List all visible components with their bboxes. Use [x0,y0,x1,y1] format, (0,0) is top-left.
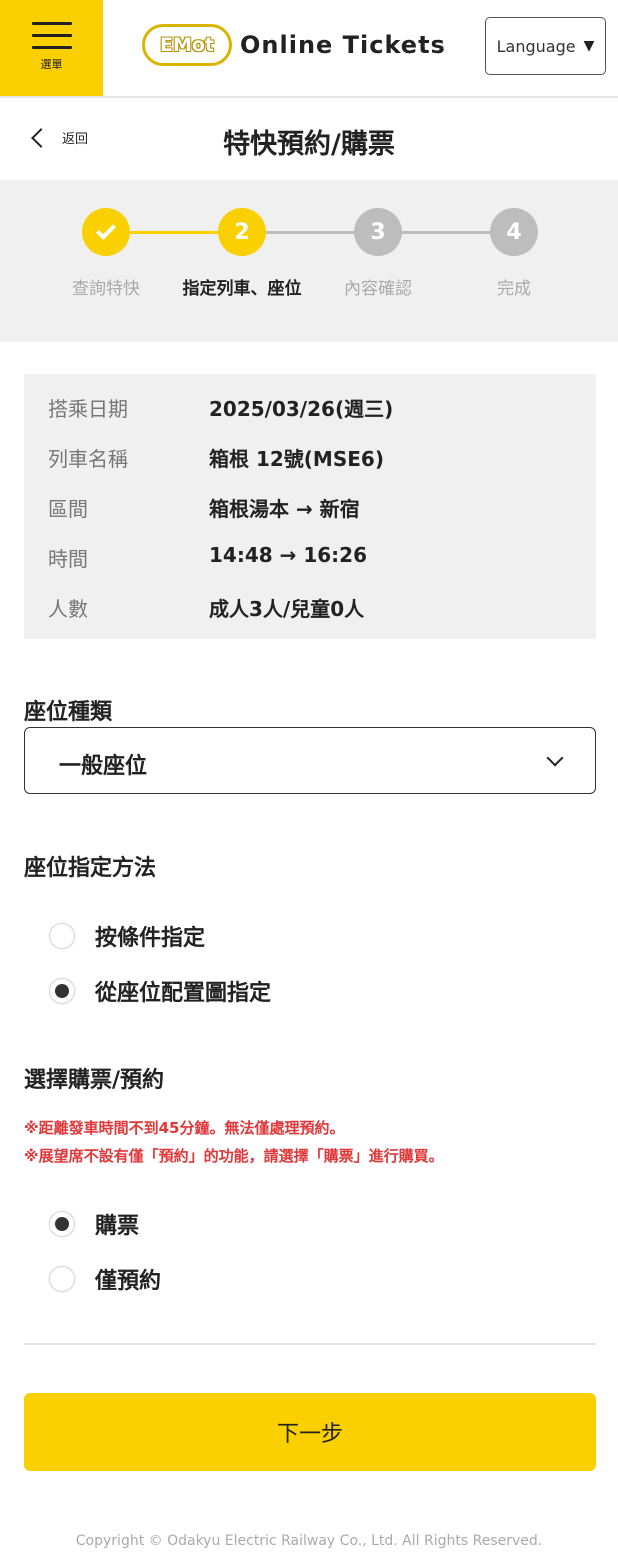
menu-button[interactable]: 選單 [0,0,103,96]
logo[interactable]: EMot Online Tickets [142,24,446,66]
info-row-passengers: 人數 成人3人/兒童0人 [24,593,596,643]
info-key: 區間 [48,497,88,521]
info-value: 成人3人/兒童0人 [209,597,365,621]
radio-button[interactable] [49,1266,75,1292]
info-key: 時間 [48,547,88,571]
seat-type-select[interactable]: 一般座位 [24,727,596,794]
info-row-train: 列車名稱 箱根 12號(MSE6) [24,443,596,493]
radio-option-seat-map[interactable]: 從座位配置圖指定 [49,975,271,1007]
radio-button[interactable] [49,978,75,1004]
logo-text: Online Tickets [240,31,446,59]
checkmark-icon [96,220,116,240]
info-row-time: 時間 14:48 → 16:26 [24,543,596,593]
info-value: 箱根 12號(MSE6) [209,447,384,471]
divider [24,1343,596,1345]
emot-logo-badge: EMot [142,24,232,66]
radio-selected-dot [55,984,69,998]
step-3-dot: 3 [354,208,402,256]
purchase-title: 選擇購票/預約 [24,1068,165,1093]
info-key: 搭乘日期 [48,397,128,421]
menu-label: 選單 [40,58,63,71]
info-row-date: 搭乘日期 2025/03/26(週三) [24,393,596,443]
radio-button[interactable] [49,1211,75,1237]
seat-method-title: 座位指定方法 [24,856,157,881]
hamburger-icon [31,22,72,58]
info-value: 2025/03/26(週三) [209,397,394,421]
info-key: 人數 [48,597,88,621]
copyright-footer: Copyright © Odakyu Electric Railway Co.,… [75,1533,543,1549]
seat-type-title: 座位種類 [24,700,113,725]
progress-stepper: 2 3 4 查詢特快 指定列車、座位 內容確認 完成 [0,180,618,342]
radio-option-conditions[interactable]: 按條件指定 [49,920,205,952]
title-bar: 返回 特快預約/購票 [0,100,618,180]
seat-type-value: 一般座位 [59,754,148,779]
info-row-section: 區間 箱根湯本 → 新宿 [24,493,596,543]
page-title: 特快預約/購票 [223,129,395,160]
step-2-dot: 2 [218,208,266,256]
step-4-dot: 4 [490,208,538,256]
chevron-down-icon [546,749,564,767]
radio-label: 按條件指定 [95,926,206,951]
radio-option-reserve-only[interactable]: 僅預約 [49,1263,161,1295]
radio-label: 從座位配置圖指定 [95,981,272,1006]
language-select[interactable]: Language ▼ [485,17,606,75]
next-button[interactable]: 下一步 [24,1393,596,1471]
radio-label: 購票 [95,1214,140,1239]
radio-selected-dot [55,1217,69,1231]
radio-option-purchase[interactable]: 購票 [49,1208,139,1240]
language-label: Language [496,36,576,56]
step-1-dot [82,208,130,256]
radio-label: 僅預約 [95,1269,162,1294]
info-value: 箱根湯本 → 新宿 [209,497,360,521]
info-value: 14:48 → 16:26 [209,543,368,567]
info-key: 列車名稱 [48,447,128,471]
app-header: 選單 EMot Online Tickets Language ▼ [0,0,618,98]
radio-button[interactable] [49,923,75,949]
caret-down-icon: ▼ [583,38,595,54]
step-4-label: 完成 [497,279,531,299]
trip-summary: 搭乘日期 2025/03/26(週三) 列車名稱 箱根 12號(MSE6) 區間… [24,374,596,639]
notice-text: ※展望席不設有僅「預約」的功能，請選擇「購票」進行購買。 [24,1147,444,1165]
notice-text: ※距離發車時間不到45分鐘。無法僅處理預約。 [24,1119,345,1137]
